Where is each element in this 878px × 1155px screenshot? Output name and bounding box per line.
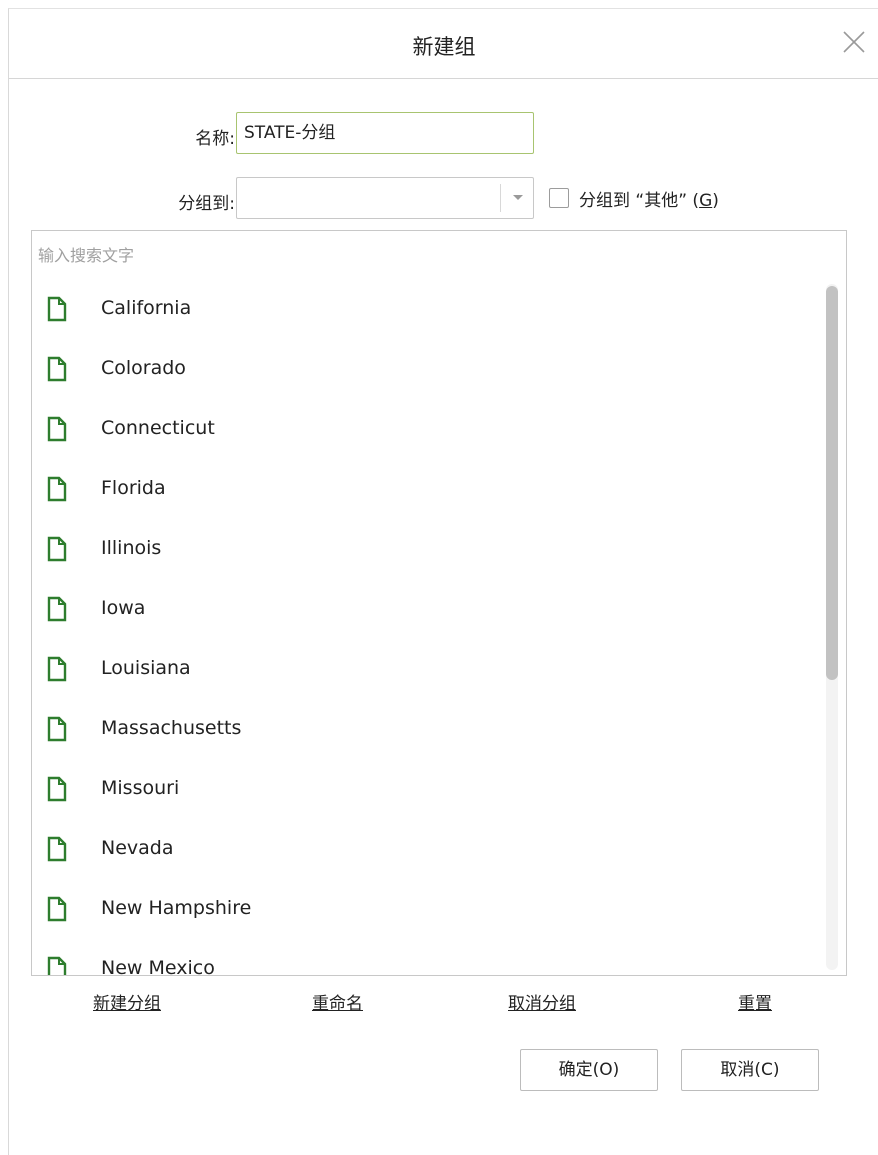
list-item-label: Nevada — [101, 837, 174, 859]
file-icon — [47, 776, 67, 802]
file-icon — [47, 296, 67, 322]
list-item[interactable]: California — [32, 281, 822, 341]
rename-link[interactable]: 重命名 — [312, 989, 363, 1014]
group-to-other-checkbox[interactable] — [549, 188, 569, 208]
list-item-label: Louisiana — [101, 657, 191, 679]
file-icon — [47, 956, 67, 975]
group-to-other-label[interactable]: 分组到 “其他” (G) — [579, 186, 719, 211]
list-item[interactable]: Louisiana — [32, 641, 822, 701]
file-icon — [47, 836, 67, 862]
file-icon — [47, 356, 67, 382]
select-divider — [500, 184, 501, 212]
group-to-select[interactable] — [236, 177, 534, 219]
file-icon — [47, 896, 67, 922]
cancel-button[interactable]: 取消(C) — [681, 1049, 819, 1091]
file-icon — [47, 536, 67, 562]
new-group-link[interactable]: 新建分组 — [93, 989, 161, 1014]
list-item[interactable]: Florida — [32, 461, 822, 521]
list-item-label: Missouri — [101, 777, 180, 799]
scrollbar-thumb[interactable] — [826, 286, 838, 680]
list-item[interactable]: Iowa — [32, 581, 822, 641]
file-icon — [47, 416, 67, 442]
name-label: 名称: — [195, 129, 235, 149]
list-item[interactable]: Missouri — [32, 761, 822, 821]
list-item[interactable]: Connecticut — [32, 401, 822, 461]
name-field[interactable]: STATE-分组 — [236, 112, 534, 154]
list-item-label: Florida — [101, 477, 166, 499]
list-item-label: California — [101, 297, 192, 319]
list-item-label: Iowa — [101, 597, 146, 619]
group-to-label: 分组到: — [178, 194, 235, 214]
list-item[interactable]: Illinois — [32, 521, 822, 581]
list-item-label: Colorado — [101, 357, 186, 379]
dialog-title: 新建组 — [412, 35, 476, 59]
list-item[interactable]: New Mexico — [32, 941, 822, 976]
list-item[interactable]: Nevada — [32, 821, 822, 881]
list-item[interactable]: Colorado — [32, 341, 822, 401]
file-icon — [47, 596, 67, 622]
reset-link[interactable]: 重置 — [738, 989, 772, 1014]
list-item-label: Illinois — [101, 537, 162, 559]
ungroup-link[interactable]: 取消分组 — [508, 989, 576, 1014]
chevron-down-icon[interactable] — [513, 195, 523, 200]
dialog-titlebar: 新建组 — [9, 9, 878, 79]
list-item-label: New Hampshire — [101, 897, 252, 919]
list-item[interactable]: Massachusetts — [32, 701, 822, 761]
accelerator-key: G — [699, 191, 713, 211]
list-item-label: Connecticut — [101, 417, 215, 439]
field-list: California Colorado Connecticut Florida Illi… — [31, 281, 847, 976]
ok-button[interactable]: 确定(O) — [520, 1049, 658, 1091]
close-icon[interactable] — [841, 29, 867, 55]
search-input[interactable]: 输入搜索文字 — [31, 230, 847, 282]
list-item[interactable]: New Hampshire — [32, 881, 822, 941]
list-item-label: New Mexico — [101, 957, 215, 976]
file-icon — [47, 476, 67, 502]
list-item-label: Massachusetts — [101, 717, 242, 739]
file-icon — [47, 716, 67, 742]
file-icon — [47, 656, 67, 682]
